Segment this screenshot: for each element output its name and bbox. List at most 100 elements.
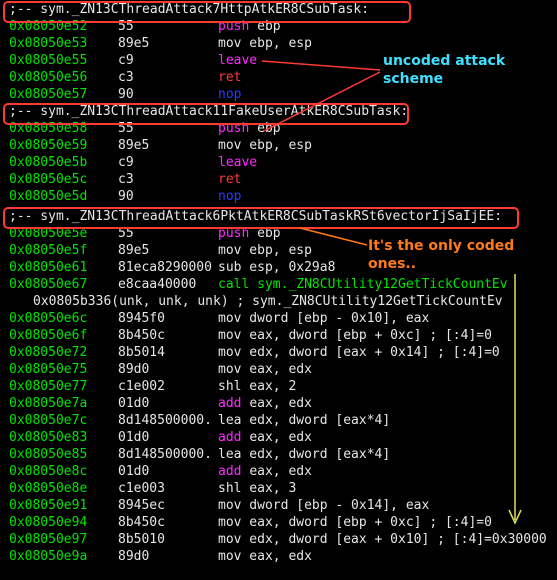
opcode-bytes: c1e003 [118,481,165,496]
instruction-token: eax, edx [249,396,312,411]
address[interactable]: 0x08050e72 [9,344,87,361]
instruction-token: nop [218,87,242,102]
instruction-token: mov ebp, esp [218,243,312,258]
opcode-bytes: c3 [118,172,134,187]
address[interactable]: 0x08050e83 [9,429,87,446]
address[interactable]: 0x08050e5b [9,154,87,171]
instruction-token: mov ebp, esp [218,36,312,51]
instruction-token: add [218,430,250,445]
address[interactable]: 0x08050e97 [9,531,87,548]
instruction: leave [218,154,257,171]
instruction-token: mov ebp, esp [218,138,312,153]
instruction-token: mov eax, dword [ebp + 0xc] ; [:4]=0 [218,328,492,343]
instruction-token: lea edx, dword [eax*4] [218,413,391,428]
instruction: mov eax, edx [218,361,312,378]
opcode-bytes: 8d148500000. [118,413,212,428]
opcode-bytes: 90 [118,189,134,204]
address[interactable]: 0x08050e91 [9,497,87,514]
annotation-uncoded: uncoded attack scheme [383,53,506,87]
address[interactable]: 0x08050e61 [9,259,87,276]
address[interactable]: 0x08050e55 [9,52,87,69]
instruction-token: add [218,396,250,411]
instruction: mov eax, dword [ebp + 0xc] ; [:4]=0 [218,327,492,344]
instruction-token: shl eax, 3 [218,481,297,496]
instruction-token: sub esp, 0x29a8 [218,260,336,275]
instruction: mov eax, dword [ebp + 0xc] ; [:4]=0 [218,514,492,531]
instruction: lea edx, dword [eax*4] [218,446,390,463]
address[interactable]: 0x08050e7c [9,412,87,429]
address[interactable]: 0x08050e53 [9,35,87,52]
opcode-bytes: 89e5 [118,243,150,258]
opcode-bytes: 8b450c [118,328,165,343]
instruction: add eax, edx [218,429,312,446]
opcode-bytes: 8b450c [118,515,165,530]
function-header-box-2[interactable] [3,103,409,125]
address[interactable]: 0x08050e59 [9,137,87,154]
instruction: add eax, edx [218,395,312,412]
opcode-bytes: c9 [118,155,134,170]
instruction: shl eax, 2 [218,378,296,395]
opcode-bytes: e8caa40000 [118,277,197,292]
instruction-token: mov dword [ebp - 0x10], eax [218,311,430,326]
instruction: sub esp, 0x29a8 [218,259,335,276]
opcode-bytes: 89e5 [118,36,150,51]
opcode-bytes: 01d0 [118,430,150,445]
instruction: mov dword [ebp - 0x14], eax [218,497,429,514]
opcode-bytes: 89d0 [118,362,150,377]
instruction: nop [218,86,241,103]
address[interactable]: 0x08050e56 [9,69,87,86]
instruction-token: add [218,464,250,479]
instruction-token: call sym._ZN8CUtility12GetTickCountEv [218,277,508,292]
address[interactable]: 0x08050e5c [9,171,87,188]
instruction-token: mov eax, dword [ebp + 0xc] ; [:4]=0 [218,515,492,530]
address[interactable]: 0x08050e6f [9,327,87,344]
function-header-box-3[interactable] [3,207,519,229]
instruction-token: mov dword [ebp - 0x14], eax [218,498,430,513]
address[interactable]: 0x08050e7a [9,395,87,412]
address[interactable]: 0x08050e57 [9,86,87,103]
opcode-bytes: 8b5014 [118,345,165,360]
function-header-box-1[interactable] [3,1,411,23]
instruction: mov eax, edx [218,548,312,565]
instruction-token: nop [218,189,242,204]
instruction: lea edx, dword [eax*4] [218,412,390,429]
xref-text: 0x0805b336(unk, unk, unk) ; sym._ZN8CUti… [33,294,503,309]
opcode-bytes: 8945f0 [118,311,165,326]
instruction: mov edx, dword [eax + 0x14] ; [:4]=0 [218,344,500,361]
instruction-token: leave [218,155,258,170]
instruction: leave [218,52,257,69]
opcode-bytes: 90 [118,87,134,102]
instruction-token: mov edx, dword [eax + 0x14] ; [:4]=0 [218,345,500,360]
instruction-token: ret [218,70,242,85]
address[interactable]: 0x08050e67 [9,276,87,293]
instruction-token: shl eax, 2 [218,379,297,394]
instruction: call sym._ZN8CUtility12GetTickCountEv [218,276,508,293]
instruction-token: mov eax, edx [218,549,312,564]
address[interactable]: 0x08050e6c [9,310,87,327]
address[interactable]: 0x08050e94 [9,514,87,531]
instruction-token: lea edx, dword [eax*4] [218,447,391,462]
address[interactable]: 0x08050e9a [9,548,87,565]
instruction-token: mov edx, dword [eax + 0x10] ; [:4]=0x300… [218,532,547,547]
annotation-coded: It's the only coded ones.. [368,238,515,272]
address[interactable]: 0x08050e75 [9,361,87,378]
opcode-bytes: 8b5010 [118,532,165,547]
address[interactable]: 0x08050e5f [9,242,87,259]
instruction-token: mov eax, edx [218,362,312,377]
instruction-token: eax, edx [249,430,312,445]
address[interactable]: 0x08050e8e [9,480,87,497]
opcode-bytes: 81eca8290000 [118,260,212,275]
address[interactable]: 0x08050e77 [9,378,87,395]
instruction: ret [218,69,241,86]
opcode-bytes: c1e002 [118,379,165,394]
opcode-bytes: 89e5 [118,138,150,153]
instruction: mov edx, dword [eax + 0x10] ; [:4]=0x300… [218,531,547,548]
address[interactable]: 0x08050e8c [9,463,87,480]
address[interactable]: 0x08050e5d [9,188,87,205]
instruction: mov ebp, esp [218,242,312,259]
instruction: mov dword [ebp - 0x10], eax [218,310,429,327]
opcode-bytes: 8945ec [118,498,165,513]
opcode-bytes: c9 [118,53,134,68]
instruction: mov ebp, esp [218,35,312,52]
address[interactable]: 0x08050e85 [9,446,87,463]
